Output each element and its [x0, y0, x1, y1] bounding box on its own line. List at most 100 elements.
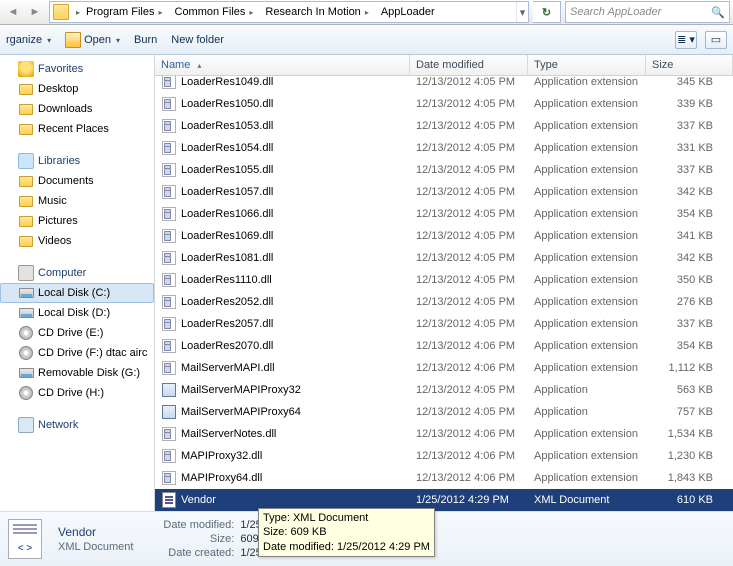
file-type: Application extension [528, 76, 646, 88]
file-list-area: Name Date modified Type Size LoaderRes10… [155, 55, 733, 511]
file-size: 337 KB [646, 120, 733, 132]
column-type[interactable]: Type [528, 55, 646, 75]
nav-item[interactable]: CD Drive (F:) dtac airc [0, 343, 154, 363]
file-row[interactable]: LoaderRes2057.dll 12/13/2012 4:05 PM App… [155, 313, 733, 335]
nav-item-label: Recent Places [38, 123, 109, 135]
navigation-pane[interactable]: Favorites Desktop Downloads Recent Place… [0, 55, 155, 511]
refresh-button[interactable]: ↻ [533, 1, 561, 23]
nav-item[interactable]: Videos [0, 231, 154, 251]
nav-item[interactable]: CD Drive (H:) [0, 383, 154, 403]
nav-item-label: Pictures [38, 215, 78, 227]
file-row[interactable]: LoaderRes1057.dll 12/13/2012 4:05 PM App… [155, 181, 733, 203]
burn-button[interactable]: Burn [134, 34, 157, 46]
back-button[interactable]: ◄ [3, 2, 23, 22]
breadcrumb[interactable]: Program Files Common Files Research In M… [49, 1, 529, 23]
nav-item[interactable]: Removable Disk (G:) [0, 363, 154, 383]
open-button[interactable]: Open [65, 32, 120, 48]
file-row[interactable]: LoaderRes2070.dll 12/13/2012 4:06 PM App… [155, 335, 733, 357]
file-size: 337 KB [646, 318, 733, 330]
file-date: 12/13/2012 4:05 PM [410, 142, 528, 154]
organize-button[interactable]: rganize [6, 34, 51, 46]
file-row[interactable]: LoaderRes1069.dll 12/13/2012 4:05 PM App… [155, 225, 733, 247]
app-icon [161, 382, 177, 398]
network-header[interactable]: Network [0, 415, 154, 435]
forward-button[interactable]: ► [25, 2, 45, 22]
file-type: Application extension [528, 186, 646, 198]
preview-pane-button[interactable]: ▭ [705, 31, 727, 49]
search-input[interactable]: Search AppLoader 🔍 [565, 1, 730, 23]
new-folder-button[interactable]: New folder [171, 34, 224, 46]
file-row[interactable]: MailServerNotes.dll 12/13/2012 4:06 PM A… [155, 423, 733, 445]
breadcrumb-item[interactable]: Common Files [169, 2, 260, 22]
dll-icon [161, 294, 177, 310]
file-type: Application [528, 406, 646, 418]
breadcrumb-item[interactable]: AppLoader [375, 2, 441, 22]
desktop-icon [18, 81, 34, 97]
file-row[interactable]: MAPIProxy32.dll 12/13/2012 4:06 PM Appli… [155, 445, 733, 467]
file-row[interactable]: LoaderRes1055.dll 12/13/2012 4:05 PM App… [155, 159, 733, 181]
tooltip-line: Size: 609 KB [263, 525, 430, 539]
file-name: MailServerMAPIProxy64 [181, 406, 301, 418]
nav-item[interactable]: Recent Places [0, 119, 154, 139]
nav-item-label: Videos [38, 235, 71, 247]
file-type: Application extension [528, 120, 646, 132]
dll-icon [161, 316, 177, 332]
breadcrumb-item[interactable]: Program Files [80, 2, 168, 22]
file-name: LoaderRes1049.dll [181, 76, 273, 88]
nav-item[interactable]: Downloads [0, 99, 154, 119]
computer-header[interactable]: Computer [0, 263, 154, 283]
file-name: MAPIProxy32.dll [181, 450, 262, 462]
dll-icon [161, 426, 177, 442]
file-row[interactable]: LoaderRes1081.dll 12/13/2012 4:05 PM App… [155, 247, 733, 269]
file-date: 12/13/2012 4:05 PM [410, 164, 528, 176]
file-row[interactable]: LoaderRes2052.dll 12/13/2012 4:05 PM App… [155, 291, 733, 313]
nav-item[interactable]: CD Drive (E:) [0, 323, 154, 343]
nav-item-label: Documents [38, 175, 94, 187]
file-list[interactable]: LoaderRes1049.dll 12/13/2012 4:05 PM App… [155, 76, 733, 511]
file-row[interactable]: LoaderRes1053.dll 12/13/2012 4:05 PM App… [155, 115, 733, 137]
dll-icon [161, 118, 177, 134]
nav-item-label: Local Disk (C:) [38, 287, 110, 299]
nav-item-label: Local Disk (D:) [38, 307, 110, 319]
file-type: Application extension [528, 296, 646, 308]
file-date: 12/13/2012 4:06 PM [410, 472, 528, 484]
column-size[interactable]: Size [646, 55, 733, 75]
breadcrumb-dropdown[interactable]: ▾ [516, 2, 528, 22]
file-size: 757 KB [646, 406, 733, 418]
music-icon [18, 193, 34, 209]
nav-item[interactable]: Local Disk (C:) [0, 283, 154, 303]
file-row[interactable]: LoaderRes1049.dll 12/13/2012 4:05 PM App… [155, 76, 733, 93]
file-row[interactable]: MailServerMAPIProxy64 12/13/2012 4:05 PM… [155, 401, 733, 423]
libraries-icon [18, 153, 34, 169]
file-size: 1,112 KB [646, 362, 733, 374]
nav-item[interactable]: Desktop [0, 79, 154, 99]
file-row[interactable]: LoaderRes1054.dll 12/13/2012 4:05 PM App… [155, 137, 733, 159]
file-row[interactable]: Vendor 1/25/2012 4:29 PM XML Document 61… [155, 489, 733, 511]
file-row[interactable]: LoaderRes1066.dll 12/13/2012 4:05 PM App… [155, 203, 733, 225]
nav-item[interactable]: Local Disk (D:) [0, 303, 154, 323]
search-placeholder: Search AppLoader [570, 6, 661, 18]
file-name: LoaderRes2052.dll [181, 296, 273, 308]
file-name: LoaderRes1055.dll [181, 164, 273, 176]
file-row[interactable]: MailServerMAPIProxy32 12/13/2012 4:05 PM… [155, 379, 733, 401]
column-date[interactable]: Date modified [410, 55, 528, 75]
column-name[interactable]: Name [155, 55, 410, 75]
dll-icon [161, 338, 177, 354]
dll-icon [161, 76, 177, 90]
nav-item[interactable]: Documents [0, 171, 154, 191]
nav-item[interactable]: Music [0, 191, 154, 211]
cd-icon [18, 385, 34, 401]
nav-item-label: CD Drive (E:) [38, 327, 103, 339]
file-row[interactable]: LoaderRes1110.dll 12/13/2012 4:05 PM App… [155, 269, 733, 291]
nav-item[interactable]: Pictures [0, 211, 154, 231]
file-date: 12/13/2012 4:05 PM [410, 230, 528, 242]
favorites-header[interactable]: Favorites [0, 59, 154, 79]
file-row[interactable]: LoaderRes1050.dll 12/13/2012 4:05 PM App… [155, 93, 733, 115]
file-row[interactable]: MailServerMAPI.dll 12/13/2012 4:06 PM Ap… [155, 357, 733, 379]
breadcrumb-item[interactable]: Research In Motion [259, 2, 374, 22]
file-row[interactable]: MAPIProxy64.dll 12/13/2012 4:06 PM Appli… [155, 467, 733, 489]
drive-icon [18, 365, 34, 381]
view-options-button[interactable]: ≣ ▾ [675, 31, 697, 49]
libraries-header[interactable]: Libraries [0, 151, 154, 171]
file-date: 12/13/2012 4:06 PM [410, 428, 528, 440]
